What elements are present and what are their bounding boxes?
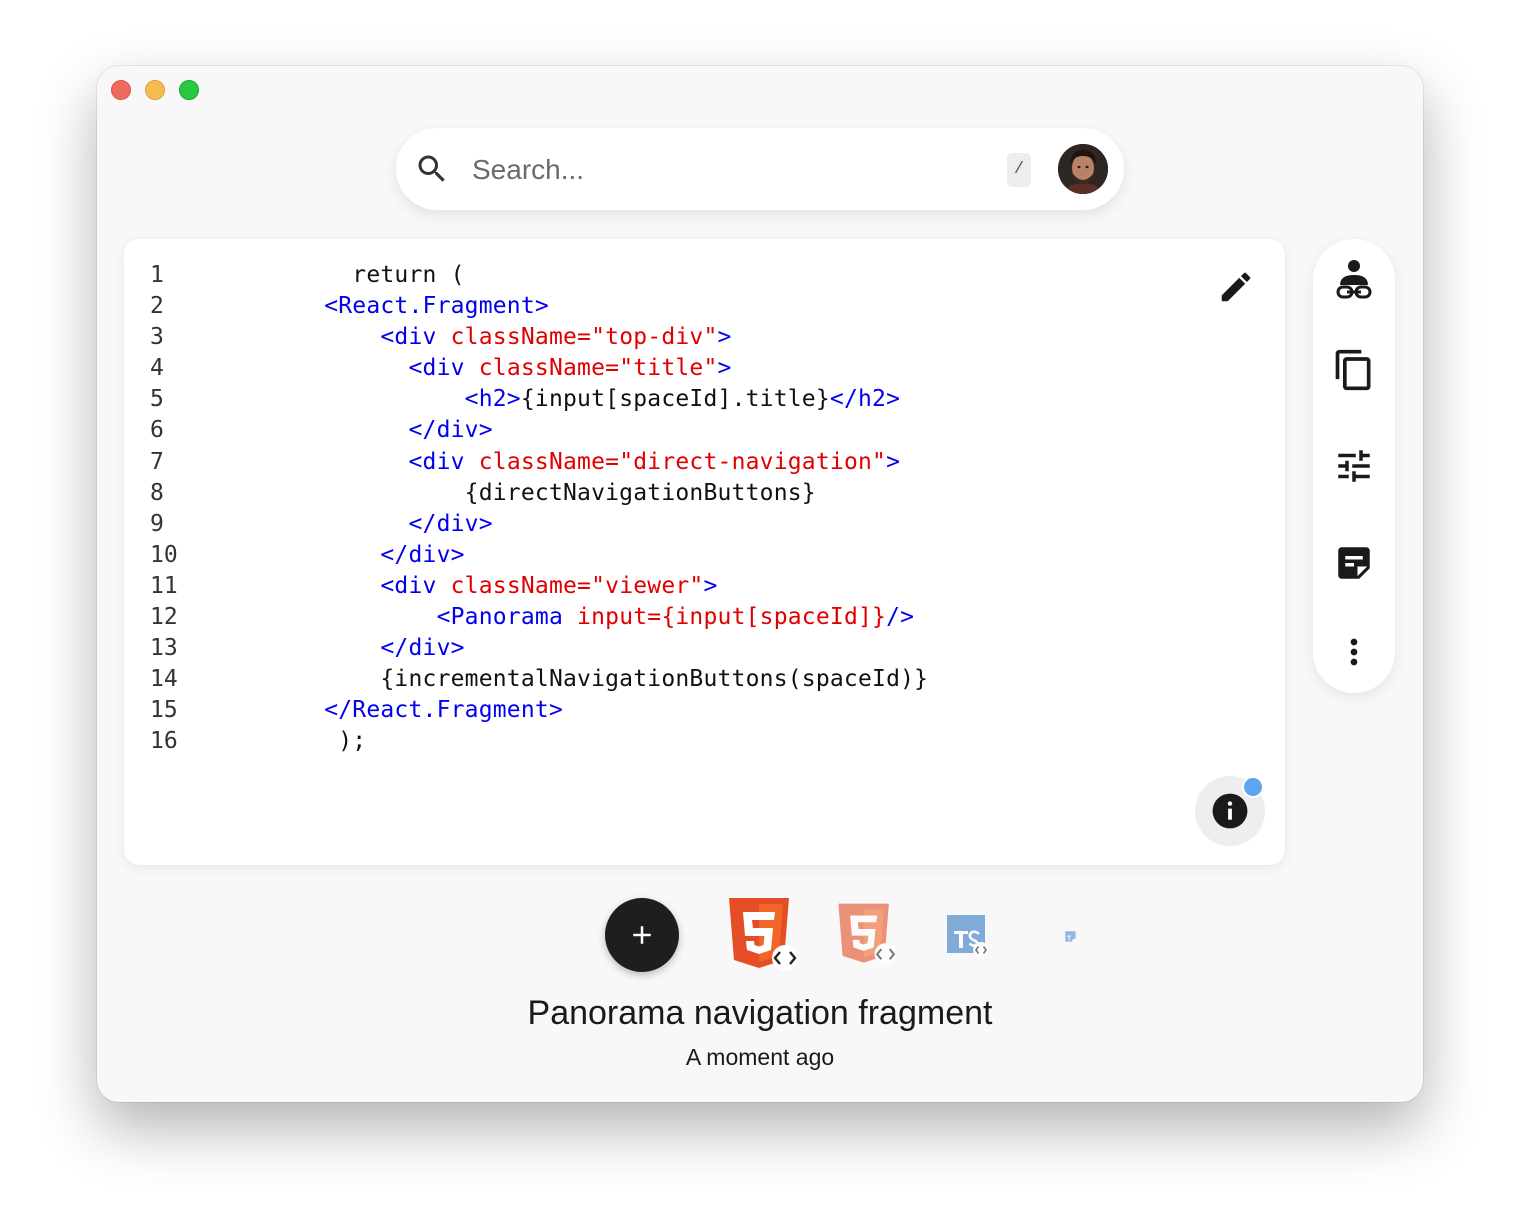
code-token: {incrementalNavigationButtons(spaceId)} (268, 666, 929, 693)
line-number: 5 (150, 386, 164, 413)
file-tab-html-2[interactable] (835, 902, 899, 971)
code-token: </h2> (829, 386, 901, 413)
add-file-button[interactable] (605, 898, 679, 972)
line-number: 2 (150, 293, 164, 320)
code-text: {directNavigationButtons} (268, 478, 816, 509)
settings-button[interactable] (1332, 444, 1376, 488)
line-number: 7 (150, 448, 164, 475)
code-token: className="title" (478, 355, 718, 382)
app-window: / 1 return ( 2 <React.Fragment> 3 <div cla… (97, 66, 1423, 1102)
info-icon (1212, 793, 1248, 829)
code-text: <div className="direct-navigation"> (268, 447, 900, 478)
code-token: > (886, 448, 901, 475)
code-token: > (717, 355, 732, 382)
code-text: <h2>{input[spaceId].title}</h2> (268, 384, 900, 415)
user-avatar[interactable] (1058, 144, 1108, 194)
edit-button[interactable] (1214, 265, 1258, 309)
html5-icon (838, 903, 897, 966)
code-token: <div (268, 572, 451, 599)
code-token: <div (268, 324, 451, 351)
code-text: <div className="title"> (268, 353, 732, 384)
line-number: 12 (150, 604, 178, 631)
more-vert-icon (1350, 638, 1358, 666)
note-icon (1338, 547, 1370, 579)
code-token: <React.Fragment> (268, 293, 549, 320)
line-number: 14 (150, 666, 178, 693)
pencil-icon (1221, 272, 1251, 302)
code-token: <div (268, 448, 479, 475)
code-text: </div> (268, 415, 493, 446)
line-number: 1 (150, 262, 164, 288)
code-snippet-card: 1 return ( 2 <React.Fragment> 3 <div class… (124, 239, 1285, 865)
line-number: 6 (150, 417, 164, 444)
code-text: </div> (268, 540, 465, 571)
notes-button[interactable] (1332, 541, 1376, 585)
close-window-button[interactable] (111, 80, 131, 100)
code-token: </React.Fragment> (268, 697, 563, 724)
minimize-window-button[interactable] (145, 80, 165, 100)
code-token: /> (886, 604, 915, 631)
code-text: <Panorama input={input[spaceId]}/> (268, 602, 914, 633)
line-number: 3 (150, 324, 164, 351)
code-token: <h2> (268, 386, 521, 413)
share-link-icon (1336, 260, 1372, 299)
code-token: return ( (268, 262, 465, 288)
code-token: > (703, 572, 718, 599)
code-text: <div className="top-div"> (268, 322, 732, 353)
code-text: {incrementalNavigationButtons(spaceId)} (268, 664, 928, 695)
code-text: </div> (268, 633, 465, 664)
snippet-timestamp: A moment ago (685, 1044, 835, 1070)
html5-icon (729, 898, 798, 971)
code-text: <div className="viewer"> (268, 571, 718, 602)
code-token: input={input[spaceId]} (577, 604, 887, 631)
code-text: ); (268, 726, 366, 757)
tune-icon (1338, 450, 1370, 482)
copy-icon (1335, 349, 1371, 391)
zoom-window-button[interactable] (179, 80, 199, 100)
file-tab-typescript[interactable] (946, 914, 990, 963)
search-shortcut-hint: / (1007, 153, 1031, 187)
code-text: </React.Fragment> (268, 695, 563, 726)
code-token: <div (268, 355, 479, 382)
code-token: className="direct-navigation" (478, 448, 887, 475)
line-number: 15 (150, 697, 178, 724)
code-token: ); (268, 728, 367, 755)
line-number: 8 (150, 479, 164, 506)
code-token: {directNavigationButtons} (268, 479, 816, 506)
file-tab-html[interactable] (725, 896, 801, 977)
code-text: <React.Fragment> (268, 291, 549, 322)
line-number: 11 (150, 572, 178, 599)
code-token: </div> (268, 510, 493, 537)
file-tab-typescript-2[interactable] (1065, 930, 1077, 948)
typescript-icon (947, 915, 989, 958)
search-icon[interactable] (414, 151, 450, 187)
line-number: 10 (150, 541, 178, 568)
plus-icon (633, 926, 651, 944)
notification-badge (1244, 778, 1262, 796)
code-token: <Panorama (268, 604, 578, 631)
code-token: className="top-div" (450, 324, 718, 351)
more-options-button[interactable] (1332, 630, 1376, 674)
typescript-icon (1065, 931, 1077, 943)
line-number: 9 (150, 510, 164, 537)
copy-button[interactable] (1332, 348, 1376, 392)
line-number: 16 (150, 728, 178, 755)
share-link-button[interactable] (1332, 259, 1376, 303)
search-input[interactable] (470, 146, 994, 194)
code-token: </div> (268, 635, 465, 662)
code-token: </div> (268, 541, 465, 568)
code-token: > (717, 324, 732, 351)
code-token: </div> (268, 417, 493, 444)
code-token: className="viewer" (450, 572, 704, 599)
code-text: </div> (268, 509, 493, 540)
snippet-title: Panorama navigation fragment (527, 994, 993, 1032)
code-text: return ( (268, 260, 465, 291)
search-bar: / (396, 128, 1124, 210)
side-toolbar (1313, 239, 1395, 693)
line-number: 13 (150, 635, 178, 662)
line-number: 4 (150, 355, 164, 382)
code-token: {input[spaceId].title} (520, 386, 830, 413)
